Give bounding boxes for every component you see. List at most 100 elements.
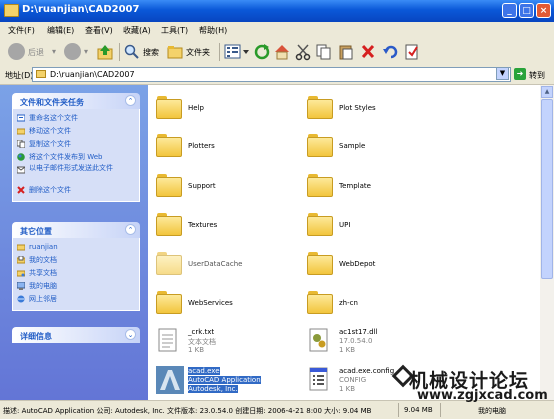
folder-item[interactable]: Textures (156, 210, 306, 246)
folder-name: WebDepot (339, 260, 376, 268)
file-item[interactable]: _crk.txt 文本文档 1 KB (156, 326, 306, 362)
folder-item[interactable]: UPI (307, 210, 457, 246)
folder-item[interactable]: WebDepot (307, 249, 457, 285)
home-icon[interactable] (273, 43, 291, 63)
folder-item[interactable]: Sample (307, 131, 457, 167)
menu-favorites[interactable]: 收藏(A) (123, 25, 151, 36)
search-button-label[interactable]: 搜索 (143, 47, 159, 58)
folder-item[interactable]: Template (307, 171, 457, 207)
forward-arrow-icon[interactable] (64, 43, 81, 60)
task-move-label[interactable]: 移动这个文件 (29, 127, 71, 135)
folder-item[interactable]: Support (156, 171, 306, 207)
address-path[interactable]: D:\ruanjian\CAD2007 (50, 70, 135, 79)
undo-icon[interactable] (382, 43, 398, 63)
file-type: CONFIG (339, 376, 367, 384)
place-shared-documents-label[interactable]: 共享文档 (29, 269, 57, 277)
refresh-icon[interactable] (254, 43, 270, 63)
folder-name: Template (339, 182, 371, 190)
folder-name: WebServices (188, 299, 233, 307)
scroll-thumb[interactable] (541, 99, 553, 279)
chevron-down-icon[interactable]: ▼ (496, 67, 509, 80)
folder-name: Textures (188, 221, 218, 229)
vertical-scrollbar[interactable]: ▲ (540, 85, 554, 400)
back-button-label[interactable]: 后退 (28, 47, 44, 58)
computer-icon (17, 282, 25, 290)
folders-icon[interactable] (167, 44, 183, 64)
file-name: ac1st17.dll (339, 328, 378, 336)
menu-help[interactable]: 帮助(H) (199, 25, 227, 36)
folder-item[interactable]: WebServices (156, 288, 306, 324)
collapse-icon[interactable]: ⌃ (125, 95, 136, 106)
minimize-button[interactable]: _ (502, 3, 517, 18)
task-rename-label[interactable]: 重命名这个文件 (29, 114, 78, 122)
other-places-header[interactable]: 其它位置 ⌃ (12, 222, 140, 238)
close-button[interactable]: × (536, 3, 551, 18)
file-item[interactable]: ac1st17.dll 17.0.54.0 1 KB (307, 326, 457, 362)
toolbar-separator (219, 43, 220, 61)
file-item-selected[interactable]: acad.exe AutoCAD Application Autodesk, I… (156, 365, 306, 400)
search-icon[interactable] (124, 44, 140, 64)
task-copy[interactable]: 复制这个文件 (13, 138, 139, 151)
paste-icon[interactable] (338, 43, 354, 63)
place-my-computer-label[interactable]: 我的电脑 (29, 282, 57, 290)
copy-icon[interactable] (316, 43, 332, 63)
folder-name: Plotters (188, 142, 215, 150)
menu-tools[interactable]: 工具(T) (161, 25, 188, 36)
folder-icon (307, 134, 333, 158)
back-dropdown-icon[interactable]: ▾ (52, 47, 56, 56)
folder-item[interactable]: zh-cn (307, 288, 457, 324)
expand-icon[interactable]: ⌄ (125, 329, 136, 340)
documents-folder-icon (17, 256, 25, 264)
folder-item[interactable]: Help (156, 93, 306, 129)
config-file-icon (309, 367, 328, 391)
folder-item[interactable]: Plotters (156, 131, 306, 167)
collapse-icon[interactable]: ⌃ (125, 224, 136, 235)
place-ruanjian-label[interactable]: ruanjian (29, 243, 58, 251)
properties-icon[interactable] (404, 43, 420, 63)
menu-file[interactable]: 文件(F) (8, 25, 35, 36)
file-tasks-panel: 文件和文件夹任务 ⌃ 重命名这个文件 移动这个文件 复制这个文件 将这个文件发布… (12, 93, 140, 202)
details-header[interactable]: 详细信息 ⌄ (12, 327, 140, 343)
go-arrow-icon[interactable]: ➜ (514, 68, 526, 80)
task-publish-web-label[interactable]: 将这个文件发布到 Web (29, 153, 103, 161)
menu-view[interactable]: 查看(V) (85, 25, 113, 36)
text-file-icon (158, 328, 177, 352)
views-icon[interactable] (224, 43, 250, 63)
file-type: AutoCAD Application (188, 376, 261, 384)
address-input[interactable]: D:\ruanjian\CAD2007 (32, 67, 511, 82)
shared-folder-icon (17, 270, 25, 277)
place-my-documents[interactable]: 我的文档 (13, 254, 139, 267)
folder-icon (156, 96, 182, 120)
details-title: 详细信息 (20, 332, 52, 341)
go-button[interactable]: 转到 (529, 70, 545, 81)
task-copy-label[interactable]: 复制这个文件 (29, 140, 71, 148)
place-network-label[interactable]: 网上邻居 (29, 295, 57, 303)
up-folder-icon[interactable] (96, 43, 114, 63)
delete-icon (17, 186, 25, 194)
folder-name: Help (188, 104, 204, 112)
place-shared-documents[interactable]: 共享文档 (13, 267, 139, 280)
folders-button-label[interactable]: 文件夹 (186, 47, 210, 58)
place-my-documents-label[interactable]: 我的文档 (29, 256, 57, 264)
task-move[interactable]: 移动这个文件 (13, 125, 139, 138)
delete-icon[interactable] (360, 43, 376, 63)
maximize-button[interactable]: □ (519, 3, 534, 18)
menu-edit[interactable]: 编辑(E) (47, 25, 74, 36)
cut-icon[interactable] (295, 43, 311, 63)
folder-item[interactable]: UserDataCache (156, 249, 306, 285)
task-email[interactable]: 以电子邮件形式发送此文件 (13, 164, 139, 184)
task-publish-web[interactable]: 将这个文件发布到 Web (13, 151, 139, 164)
task-delete-label[interactable]: 删除这个文件 (29, 186, 71, 194)
forward-dropdown-icon[interactable]: ▾ (84, 47, 88, 56)
place-network[interactable]: 网上邻居 (13, 293, 139, 306)
file-tasks-header[interactable]: 文件和文件夹任务 ⌃ (12, 93, 140, 109)
scroll-up-icon[interactable]: ▲ (541, 86, 553, 98)
back-arrow-icon[interactable] (8, 43, 25, 60)
task-rename[interactable]: 重命名这个文件 (13, 112, 139, 125)
task-email-label[interactable]: 以电子邮件形式发送此文件 (29, 164, 113, 172)
place-my-computer[interactable]: 我的电脑 (13, 280, 139, 293)
toolbar: 后退 ▾ ▾ 搜索 文件夹 (0, 37, 554, 66)
folder-item[interactable]: Plot Styles (307, 93, 457, 129)
task-delete[interactable]: 删除这个文件 (13, 184, 139, 197)
place-ruanjian[interactable]: ruanjian (13, 241, 139, 254)
